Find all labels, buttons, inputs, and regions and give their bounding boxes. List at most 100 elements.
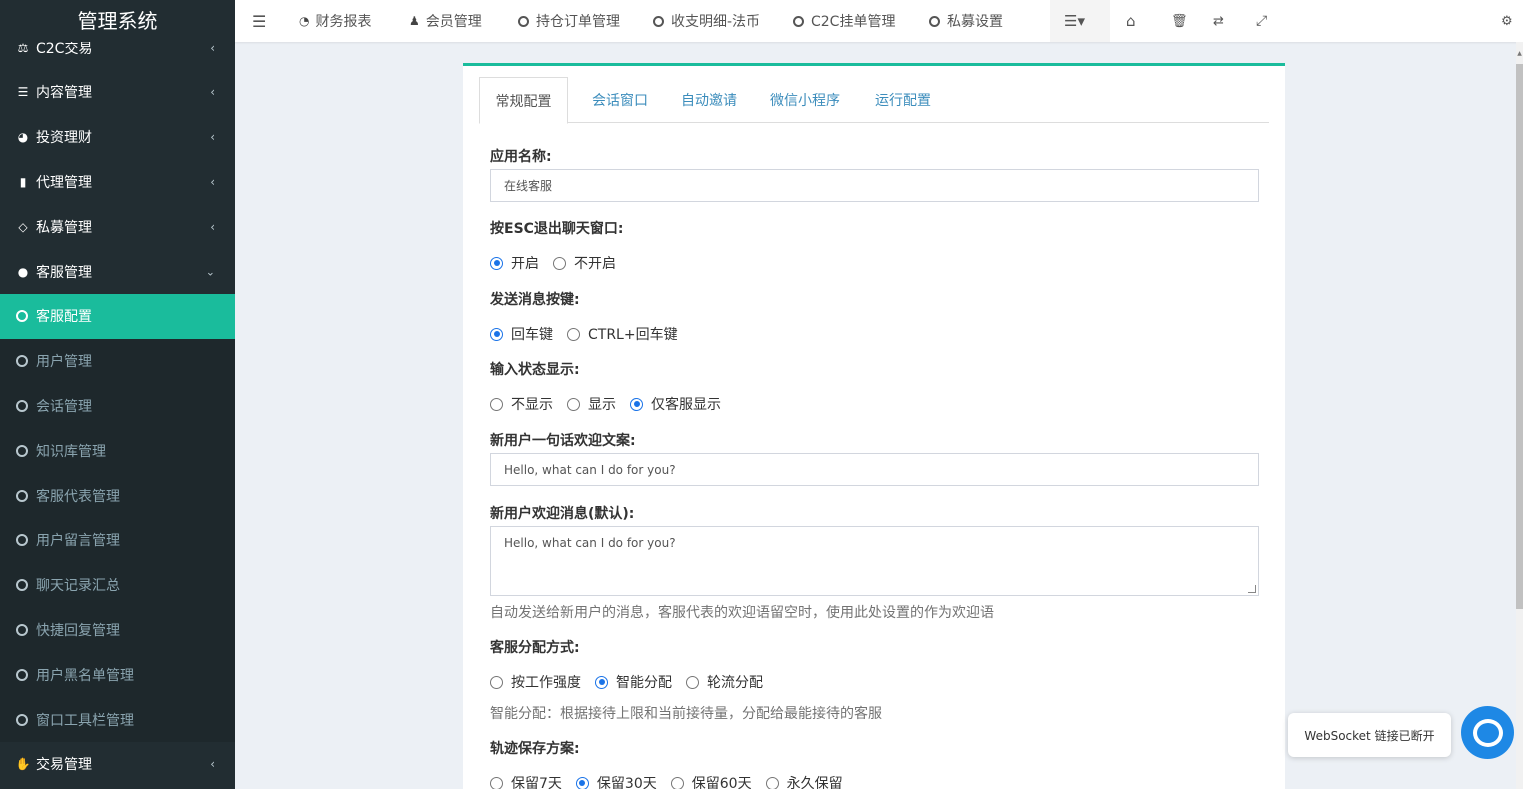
agent-only-status-radio[interactable] xyxy=(630,397,643,411)
sidebar-subitem-label: 会话管理 xyxy=(36,398,92,415)
list-icon: ☰ xyxy=(17,85,29,100)
scrollbar-thumb[interactable] xyxy=(1516,64,1523,609)
sidebar-item-private[interactable]: ◇ 私募管理 ‹ xyxy=(0,204,235,249)
resize-handle[interactable] xyxy=(1248,585,1256,593)
comment-icon: ● xyxy=(17,264,29,279)
radio-label: 不显示 xyxy=(511,397,553,413)
nav-label: C2C挂单管理 xyxy=(811,14,896,30)
nav-label: 会员管理 xyxy=(425,14,482,30)
enter-radio[interactable] xyxy=(490,327,503,341)
circle-icon xyxy=(929,15,940,27)
keep-30-radio[interactable] xyxy=(575,776,589,789)
nav-private-settings[interactable]: 私募设置 xyxy=(929,0,1003,42)
textarea-text: Hello, what can I do for you? xyxy=(504,536,676,550)
radio-label: 保留7天 xyxy=(511,776,562,789)
circle-icon xyxy=(16,310,28,323)
sidebar-item-agent[interactable]: ▮ 代理管理 ‹ xyxy=(0,160,235,205)
nav-label: 持仓订单管理 xyxy=(536,14,620,30)
nav-finance-report[interactable]: ◔ 财务报表 xyxy=(299,0,371,42)
chevron-left-icon: ‹ xyxy=(210,757,215,772)
trash-icon: 🗑 xyxy=(1171,13,1188,29)
sidebar-subitem-sessions[interactable]: 会话管理 xyxy=(0,383,235,429)
radio-label: 回车键 xyxy=(511,327,553,343)
sidebar-item-content[interactable]: ☰ 内容管理 ‹ xyxy=(0,70,235,115)
nav-c2c-orders[interactable]: C2C挂单管理 xyxy=(793,0,895,42)
sidebar-item-service[interactable]: ● 客服管理 ⌄ xyxy=(0,249,235,294)
compass-icon: ◕ xyxy=(17,130,29,145)
home-button[interactable]: ⌂ xyxy=(1126,0,1136,42)
esc-radio-group: 开启 不开启 xyxy=(490,253,630,273)
chat-bubble-icon xyxy=(1472,718,1503,747)
menu-icon: ☰ xyxy=(252,11,267,31)
send-key-label: 发送消息按键: xyxy=(490,292,580,308)
tab-wechat-mini[interactable]: 微信小程序 xyxy=(757,77,853,123)
tab-general[interactable]: 常规配置 xyxy=(479,77,568,124)
sidebar-item-trade[interactable]: ✋ 交易管理 ‹ xyxy=(0,742,235,787)
sidebar-subitem-users[interactable]: 用户管理 xyxy=(0,338,235,384)
nav-members[interactable]: ♟ 会员管理 xyxy=(409,0,482,42)
ctrl-enter-radio[interactable] xyxy=(567,327,580,341)
chevron-left-icon: ‹ xyxy=(210,41,215,55)
esc-on-radio[interactable] xyxy=(490,256,503,270)
show-status-radio[interactable] xyxy=(567,397,580,411)
sidebar: ⚖ C2C交易 ‹ ☰ 内容管理 ‹ ◕ 投资理财 ‹ ▮ 代理管理 ‹ ◇ 私… xyxy=(0,0,235,789)
circle-icon xyxy=(16,668,28,681)
sidebar-subitem-knowledge[interactable]: 知识库管理 xyxy=(0,428,235,474)
sidebar-subitem-blacklist[interactable]: 用户黑名单管理 xyxy=(0,652,235,698)
tab-auto-invite[interactable]: 自动邀请 xyxy=(667,77,751,123)
radio-label: 保留30天 xyxy=(596,776,657,789)
more-menu-button[interactable]: ☰▾ xyxy=(1064,0,1085,42)
sidebar-subitem-label: 用户黑名单管理 xyxy=(36,667,134,684)
language-button[interactable]: ⇄ xyxy=(1213,0,1224,42)
sidebar-item-label: 投资理财 xyxy=(36,130,92,147)
sidebar-subitem-label: 客服配置 xyxy=(36,309,92,326)
smart-assign-radio[interactable] xyxy=(595,675,608,689)
nav-label: 财务报表 xyxy=(315,14,372,30)
radio-label: 显示 xyxy=(588,397,616,413)
page-scrollbar[interactable]: ▲ xyxy=(1516,42,1523,789)
sidebar-subitem-messages[interactable]: 用户留言管理 xyxy=(0,517,235,563)
fullscreen-button[interactable]: ⤢ xyxy=(1256,0,1267,42)
brand-title: 管理系统 xyxy=(0,0,235,42)
sidebar-subitem-agents[interactable]: 客服代表管理 xyxy=(0,473,235,518)
keep-7-radio[interactable] xyxy=(490,776,503,789)
sidebar-item-invest[interactable]: ◕ 投资理财 ‹ xyxy=(0,115,235,160)
nav-positions[interactable]: 持仓订单管理 xyxy=(518,0,620,42)
round-robin-radio[interactable] xyxy=(686,675,699,689)
scroll-up-icon[interactable]: ▲ xyxy=(1516,50,1523,57)
keep-forever-radio[interactable] xyxy=(765,776,779,789)
sidebar-subitem-label: 窗口工具栏管理 xyxy=(36,712,134,729)
app-name-input[interactable]: 在线客服 xyxy=(490,169,1259,202)
sidebar-item-label: 客服管理 xyxy=(36,264,92,281)
diamond-icon: ◇ xyxy=(18,219,28,234)
sidebar-subitem-chatlog[interactable]: 聊天记录汇总 xyxy=(0,562,235,608)
chat-launcher-button[interactable] xyxy=(1461,706,1514,759)
sidebar-subitem-label: 用户留言管理 xyxy=(36,533,120,550)
circle-icon xyxy=(16,399,28,412)
sidebar-subitem-service-config[interactable]: 客服配置 xyxy=(0,293,235,339)
sidebar-subitem-quick-reply[interactable]: 快捷回复管理 xyxy=(0,607,235,653)
welcome-msg-textarea[interactable]: Hello, what can I do for you? xyxy=(490,526,1259,596)
esc-off-radio[interactable] xyxy=(553,256,566,270)
hide-status-radio[interactable] xyxy=(490,397,503,411)
nav-fiat-ledger[interactable]: 收支明细-法币 xyxy=(653,0,760,42)
home-icon: ⌂ xyxy=(1126,12,1136,30)
clear-cache-button[interactable]: 🗑 xyxy=(1171,0,1188,42)
input-status-label: 输入状态显示: xyxy=(490,362,580,378)
sidebar-toggle-button[interactable]: ☰ xyxy=(252,0,266,42)
sidebar-item-label: 代理管理 xyxy=(36,174,92,191)
sidebar-subitem-toolbar[interactable]: 窗口工具栏管理 xyxy=(0,697,235,742)
welcome-short-input[interactable]: Hello, what can I do for you? xyxy=(490,453,1259,486)
radio-label: 开启 xyxy=(511,256,539,272)
gears-icon: ⚙ xyxy=(1501,13,1513,29)
sidebar-item-label: 私募管理 xyxy=(36,219,92,236)
keep-60-radio[interactable] xyxy=(670,776,684,789)
settings-button[interactable]: ⚙ xyxy=(1501,0,1513,42)
tab-runtime[interactable]: 运行配置 xyxy=(861,77,945,123)
nav-label: 私募设置 xyxy=(947,14,1003,30)
config-panel: 常规配置 会话窗口 自动邀请 微信小程序 运行配置 应用名称: 在线客服 按ES… xyxy=(463,63,1285,789)
circle-icon xyxy=(653,15,664,27)
workload-radio[interactable] xyxy=(490,675,503,689)
sidebar-item-label: 交易管理 xyxy=(36,757,92,774)
tab-chat-window[interactable]: 会话窗口 xyxy=(578,77,662,123)
